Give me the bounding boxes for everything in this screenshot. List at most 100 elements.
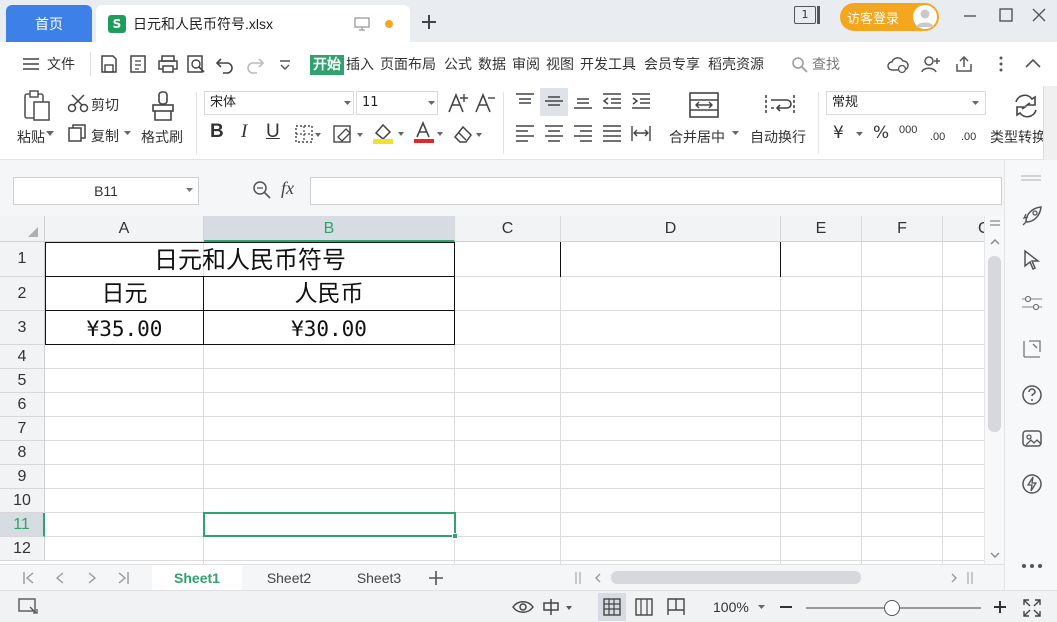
borders-icon[interactable] [295,124,321,144]
wrap-text-button[interactable]: 自动换行 [750,127,806,147]
font-name-dropdown-icon[interactable] [344,101,351,106]
select-cursor-icon[interactable] [1023,249,1041,271]
hscroll-left-icon[interactable] [594,573,602,583]
font-name-select[interactable]: 宋体 [204,91,354,115]
column-header-d[interactable]: D [561,216,781,242]
vertical-scroll-thumb[interactable] [988,256,1001,432]
column-header-a[interactable]: A [45,216,204,242]
italic-button[interactable]: I [241,121,247,143]
paste-button[interactable]: 粘贴 [17,127,45,147]
hamburger-menu-icon[interactable] [22,57,40,71]
fill-handle[interactable] [452,533,458,539]
align-right-icon[interactable] [572,124,594,142]
more-quick-access-icon[interactable] [278,59,292,71]
increase-decimal-button[interactable]: .00 [930,131,945,143]
monitor-icon[interactable] [354,16,370,32]
currency-dropdown-icon[interactable] [856,132,863,137]
decrease-indent-icon[interactable] [601,92,623,110]
adjust-sliders-icon[interactable] [1021,294,1043,312]
row-header-10[interactable]: 10 [0,489,45,513]
name-box-dropdown-icon[interactable] [186,188,193,193]
prev-sheet-icon[interactable] [54,571,66,585]
menu-file[interactable]: 文件 [47,55,75,75]
row-header-3[interactable]: 3 [0,311,45,345]
cut-button[interactable]: 剪切 [91,95,119,115]
format-painter-button[interactable]: 格式刷 [141,127,183,147]
select-all-corner[interactable] [0,216,45,242]
collapse-ribbon-icon[interactable] [1024,56,1042,70]
add-collaborator-icon[interactable] [921,54,941,74]
menu-developer[interactable]: 开发工具 [580,55,636,75]
wrap-text-icon[interactable] [764,91,796,119]
more-options-icon[interactable] [998,55,1004,73]
menu-formulas[interactable]: 公式 [444,55,472,75]
menu-insert[interactable]: 插入 [346,55,374,75]
cell-a1-merged-title[interactable]: 日元和人民币符号 [46,245,454,275]
copy-dropdown-icon[interactable] [124,131,131,136]
zoom-slider-thumb[interactable] [884,600,900,616]
tab-splitter-icon[interactable] [574,571,582,585]
column-header-b[interactable]: B [204,216,455,242]
window-count-icon[interactable]: 1 [794,6,816,24]
zoom-dropdown-icon[interactable] [758,605,765,610]
vertical-scrollbar[interactable] [984,216,1004,564]
page-layout-view-icon[interactable] [635,598,653,616]
underline-button[interactable]: U [266,121,280,143]
cell-a3[interactable]: ¥35.00 [46,315,203,343]
image-tools-icon[interactable] [1021,428,1043,450]
close-icon[interactable] [1031,7,1047,23]
row-header-5[interactable]: 5 [0,369,45,393]
percent-format-button[interactable]: % [873,123,889,143]
menu-view[interactable]: 视图 [546,55,574,75]
font-size-select[interactable]: 11 [356,91,438,115]
menu-page-layout[interactable]: 页面布局 [380,55,436,75]
merge-center-icon[interactable] [688,91,720,119]
cell-b3[interactable]: ¥30.00 [204,315,454,343]
maximize-icon[interactable] [998,7,1014,23]
thousands-separator-button[interactable]: 000 [899,124,917,136]
cell-style-icon[interactable] [333,123,365,145]
bold-button[interactable]: B [210,121,224,143]
horizontal-scroll-thumb[interactable] [611,571,861,584]
merge-dropdown-icon[interactable] [732,131,739,136]
row-header-1[interactable]: 1 [0,242,45,277]
name-box[interactable]: B11 [13,177,199,205]
font-color-icon[interactable] [413,121,445,145]
search-icon[interactable] [791,56,808,73]
row-header-6[interactable]: 6 [0,393,45,417]
minimize-icon[interactable] [963,7,977,23]
scroll-up-icon[interactable] [990,238,1000,245]
sheet-tab-3[interactable]: Sheet3 [334,565,424,591]
row-header-2[interactable]: 2 [0,277,45,311]
column-header-f[interactable]: F [862,216,943,242]
row-header-11[interactable]: 11 [0,513,45,537]
print-icon[interactable] [157,54,179,74]
align-left-icon[interactable] [514,124,536,142]
menu-member[interactable]: 会员专享 [644,55,700,75]
type-convert-button[interactable]: 类型转换 [990,127,1046,147]
last-sheet-icon[interactable] [116,571,130,585]
next-sheet-icon[interactable] [86,571,98,585]
row-header-12[interactable]: 12 [0,537,45,561]
number-format-select[interactable]: 常规 [826,91,986,115]
cloud-sync-icon[interactable] [887,54,909,74]
page-break-view-icon[interactable] [667,598,685,616]
search-label[interactable]: 查找 [812,55,840,75]
active-cell-b11[interactable] [203,512,456,537]
copy-icon[interactable] [67,123,87,143]
new-tab-plus-icon[interactable] [420,13,438,31]
row-header-9[interactable]: 9 [0,465,45,489]
menu-home[interactable]: 开始 [310,55,344,75]
print-preview-icon[interactable] [186,54,206,74]
align-bottom-icon[interactable] [572,92,594,110]
type-convert-icon[interactable] [1012,92,1040,120]
increase-font-icon[interactable] [447,92,469,114]
row-header-8[interactable]: 8 [0,441,45,465]
cell-b2[interactable]: 人民币 [204,280,454,308]
font-size-dropdown-icon[interactable] [428,101,435,106]
sheet-tab-1[interactable]: Sheet1 [152,565,242,591]
menu-docer-resources[interactable]: 稻壳资源 [708,55,764,75]
justify-icon[interactable] [601,124,623,142]
column-header-c[interactable]: C [455,216,561,242]
eye-protection-icon[interactable] [512,599,534,615]
